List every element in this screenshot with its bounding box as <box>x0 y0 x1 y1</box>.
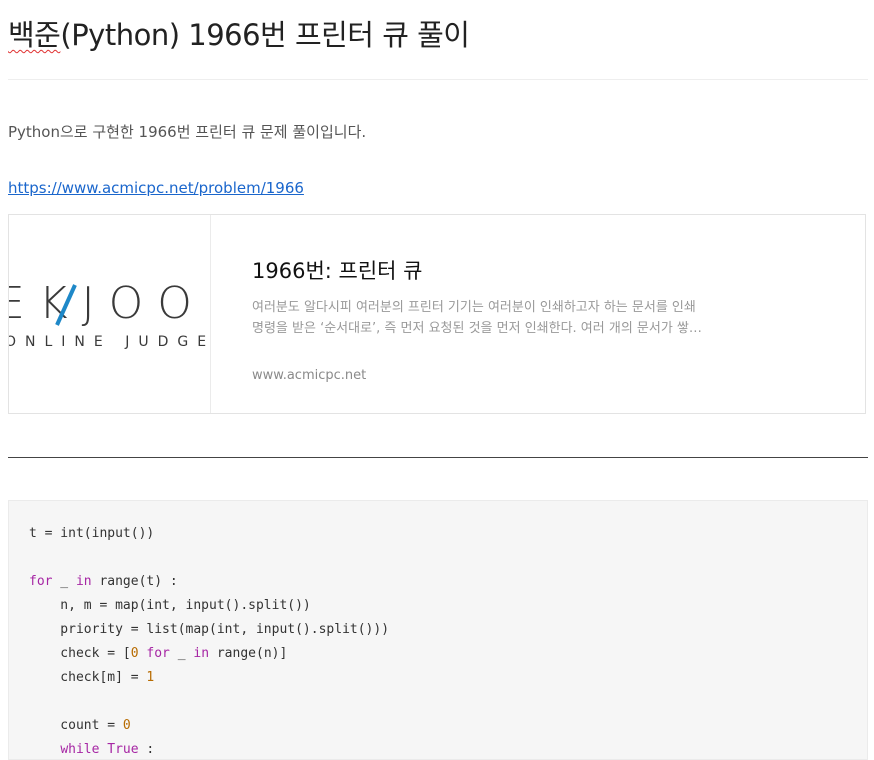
post-title-misspelled-word: 백준 <box>8 18 61 52</box>
code-line: priority = list(map(int, input().split()… <box>29 622 390 637</box>
code-line: check[m] = 1 <box>29 670 155 685</box>
link-preview-body: 1966번: 프린터 큐 여러분도 알다시피 여러분의 프린터 기기는 여러분이… <box>211 215 865 413</box>
horizontal-rule <box>8 457 868 458</box>
link-preview-host: www.acmicpc.net <box>252 368 367 383</box>
code-line: check = [0 for _ in range(n)] <box>29 646 288 661</box>
code-line: while True : <box>60 742 155 757</box>
link-preview-description-line: 여러분도 알다시피 여러분의 프린터 기기는 여러분이 인쇄하고자 하는 문서를… <box>252 300 696 315</box>
code-line: n, m = map(int, input().split()) <box>29 598 311 613</box>
link-preview-card[interactable]: EKJOO ONLINE JUDGE 1966번: 프린터 큐 여러분도 알다시… <box>8 214 866 414</box>
baekjoon-logo: EKJOO ONLINE JUDGE <box>9 278 210 350</box>
baekjoon-logo-wordmark: EKJOO <box>9 278 206 329</box>
link-preview-description-line: 명령을 받은 ‘순서대로’, 즉 먼저 요청된 것을 먼저 인쇄한다. 여러 개… <box>252 321 702 336</box>
code-block[interactable]: t = int(input()) for _ in range(t) : n, m… <box>8 500 868 760</box>
link-preview-description: 여러분도 알다시피 여러분의 프린터 기기는 여러분이 인쇄하고자 하는 문서를… <box>252 297 722 339</box>
code-line: for _ in range(t) : <box>29 574 178 589</box>
link-preview-thumbnail: EKJOO ONLINE JUDGE <box>9 215 211 413</box>
problem-link[interactable]: https://www.acmicpc.net/problem/1966 <box>8 179 304 197</box>
baekjoon-logo-subtitle: ONLINE JUDGE <box>9 334 210 350</box>
intro-text: Python으로 구현한 1966번 프린터 큐 문제 풀이입니다. <box>8 123 367 141</box>
title-divider <box>8 79 868 80</box>
link-preview-title: 1966번: 프린터 큐 <box>252 259 423 283</box>
code-content: t = int(input()) for _ in range(t) : n, m… <box>29 522 390 759</box>
post-title-rest: (Python) 1966번 프린터 큐 풀이 <box>60 18 470 52</box>
code-line: t = int(input()) <box>29 526 155 541</box>
code-line: count = 0 <box>29 718 131 733</box>
post-title: 백준(Python) 1966번 프린터 큐 풀이 <box>8 12 470 54</box>
